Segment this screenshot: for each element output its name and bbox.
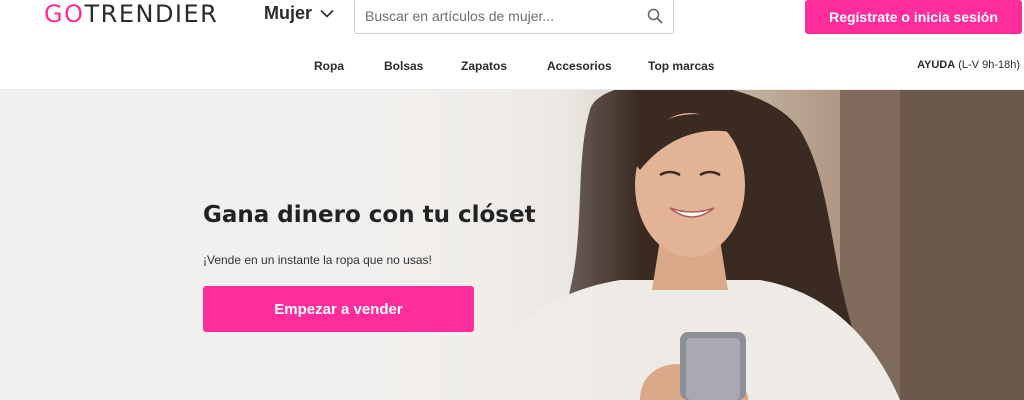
top-bar: GOTRENDIER Mujer Regístrate o inicia ses…	[0, 0, 1024, 44]
gender-label: Mujer	[264, 3, 313, 23]
logo-go: GO	[44, 0, 85, 28]
search-input[interactable]	[355, 0, 637, 33]
nav-item-top-marcas[interactable]: Top marcas	[648, 59, 714, 73]
hero-banner: Gana dinero con tu clóset ¡Vende en un i…	[0, 90, 1024, 400]
register-login-button[interactable]: Regístrate o inicia sesión	[805, 0, 1022, 34]
nav-item-bolsas[interactable]: Bolsas	[384, 59, 423, 73]
gender-selector[interactable]: Mujer	[264, 3, 334, 24]
nav-item-accesorios[interactable]: Accesorios	[547, 59, 612, 73]
help-hours: (L-V 9h-18h)	[958, 59, 1020, 71]
hero-subtitle: ¡Vende en un instante la ropa que no usa…	[203, 253, 432, 267]
start-selling-button[interactable]: Empezar a vender	[203, 286, 474, 332]
hero-title: Gana dinero con tu clóset	[203, 202, 536, 228]
search-box	[354, 0, 674, 34]
search-icon[interactable]	[637, 0, 673, 33]
logo-trendier: TRENDIER	[84, 0, 219, 28]
gotrendier-logo[interactable]: GOTRENDIER	[44, 0, 218, 28]
nav-item-zapatos[interactable]: Zapatos	[461, 59, 507, 73]
help-label: AYUDA	[917, 59, 956, 71]
help-link[interactable]: AYUDA (L-V 9h-18h)	[917, 59, 1020, 71]
hero-fade-overlay	[0, 90, 640, 400]
nav-item-ropa[interactable]: Ropa	[314, 59, 344, 73]
chevron-down-icon	[320, 9, 334, 18]
category-nav: Ropa Bolsas Zapatos Accesorios Top marca…	[0, 44, 1024, 90]
